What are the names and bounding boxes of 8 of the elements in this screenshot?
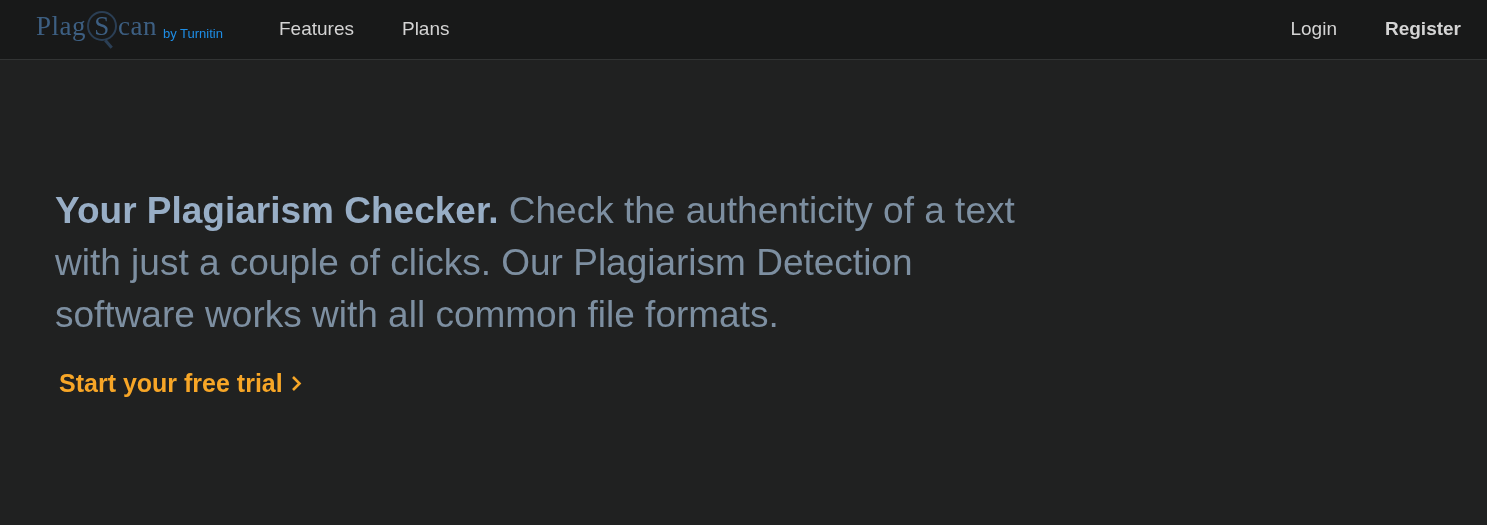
nav-link[interactable]: Login [1290,15,1337,44]
nav-link[interactable]: Features [278,15,354,44]
tagline: by Turnitin [163,24,223,43]
chevron-right-icon [290,375,302,393]
hero-text: Your Plagiarism Checker. Check the authenticity of a text with just a couple of clicks. Our Plagiarism Detection software works with all common file formats. [55,189,1015,337]
nav-link[interactable]: Register [1384,15,1461,44]
free-trial-link[interactable]: Start your free trial [59,365,302,403]
nav-link[interactable]: Plans [401,15,450,44]
